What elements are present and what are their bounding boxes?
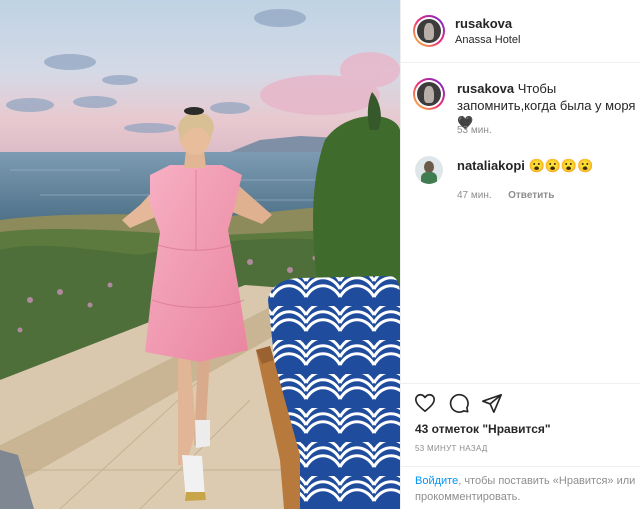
post-header: rusakova Anassa Hotel [401, 0, 640, 63]
photo-scene [0, 0, 400, 509]
posted-time[interactable]: 53 МИНУТ НАЗАД [415, 444, 488, 453]
paper-plane-icon[interactable] [481, 392, 503, 414]
heart-icon[interactable] [414, 392, 436, 414]
caption: rusakova Чтобы запомнить,когда была у мо… [401, 72, 640, 142]
post-location[interactable]: Anassa Hotel [455, 34, 520, 46]
login-prompt-text-2: прокомментировать. [415, 491, 521, 503]
comment-time[interactable]: 47 мин. [457, 190, 492, 201]
comment-text: 😮😮😮😮 [528, 158, 594, 173]
caption-body: rusakova Чтобы запомнить,когда была у мо… [457, 80, 637, 131]
comment-body: nataliakopi 😮😮😮😮 [457, 157, 637, 174]
login-prompt: Войдите, чтобы поставить «Нравится» или … [401, 466, 640, 509]
reply-button[interactable]: Ответить [508, 190, 554, 201]
post-actions: 43 отметок "Нравится" 53 МИНУТ НАЗАД Вой… [401, 383, 640, 509]
post-sidebar: rusakova Anassa Hotel rusakova Чтобы зап… [400, 0, 640, 509]
comment-item: nataliakopi 😮😮😮😮 47 мин. Ответить [401, 150, 640, 203]
author-username[interactable]: rusakova [455, 16, 512, 31]
comment-meta: 47 мин. Ответить [457, 185, 554, 203]
commenter-avatar[interactable] [415, 156, 443, 184]
likes-count[interactable]: 43 отметок "Нравится" [415, 422, 551, 436]
comment-icon[interactable] [448, 392, 470, 414]
author-avatar[interactable] [413, 15, 445, 47]
caption-time[interactable]: 53 мин. [457, 125, 492, 136]
login-prompt-text: , чтобы поставить «Нравится» или [458, 475, 636, 487]
post-photo[interactable] [0, 0, 400, 509]
caption-avatar[interactable] [413, 78, 445, 110]
comment-username[interactable]: nataliakopi [457, 158, 525, 173]
login-link[interactable]: Войдите [415, 475, 458, 487]
caption-username[interactable]: rusakova [457, 81, 514, 96]
